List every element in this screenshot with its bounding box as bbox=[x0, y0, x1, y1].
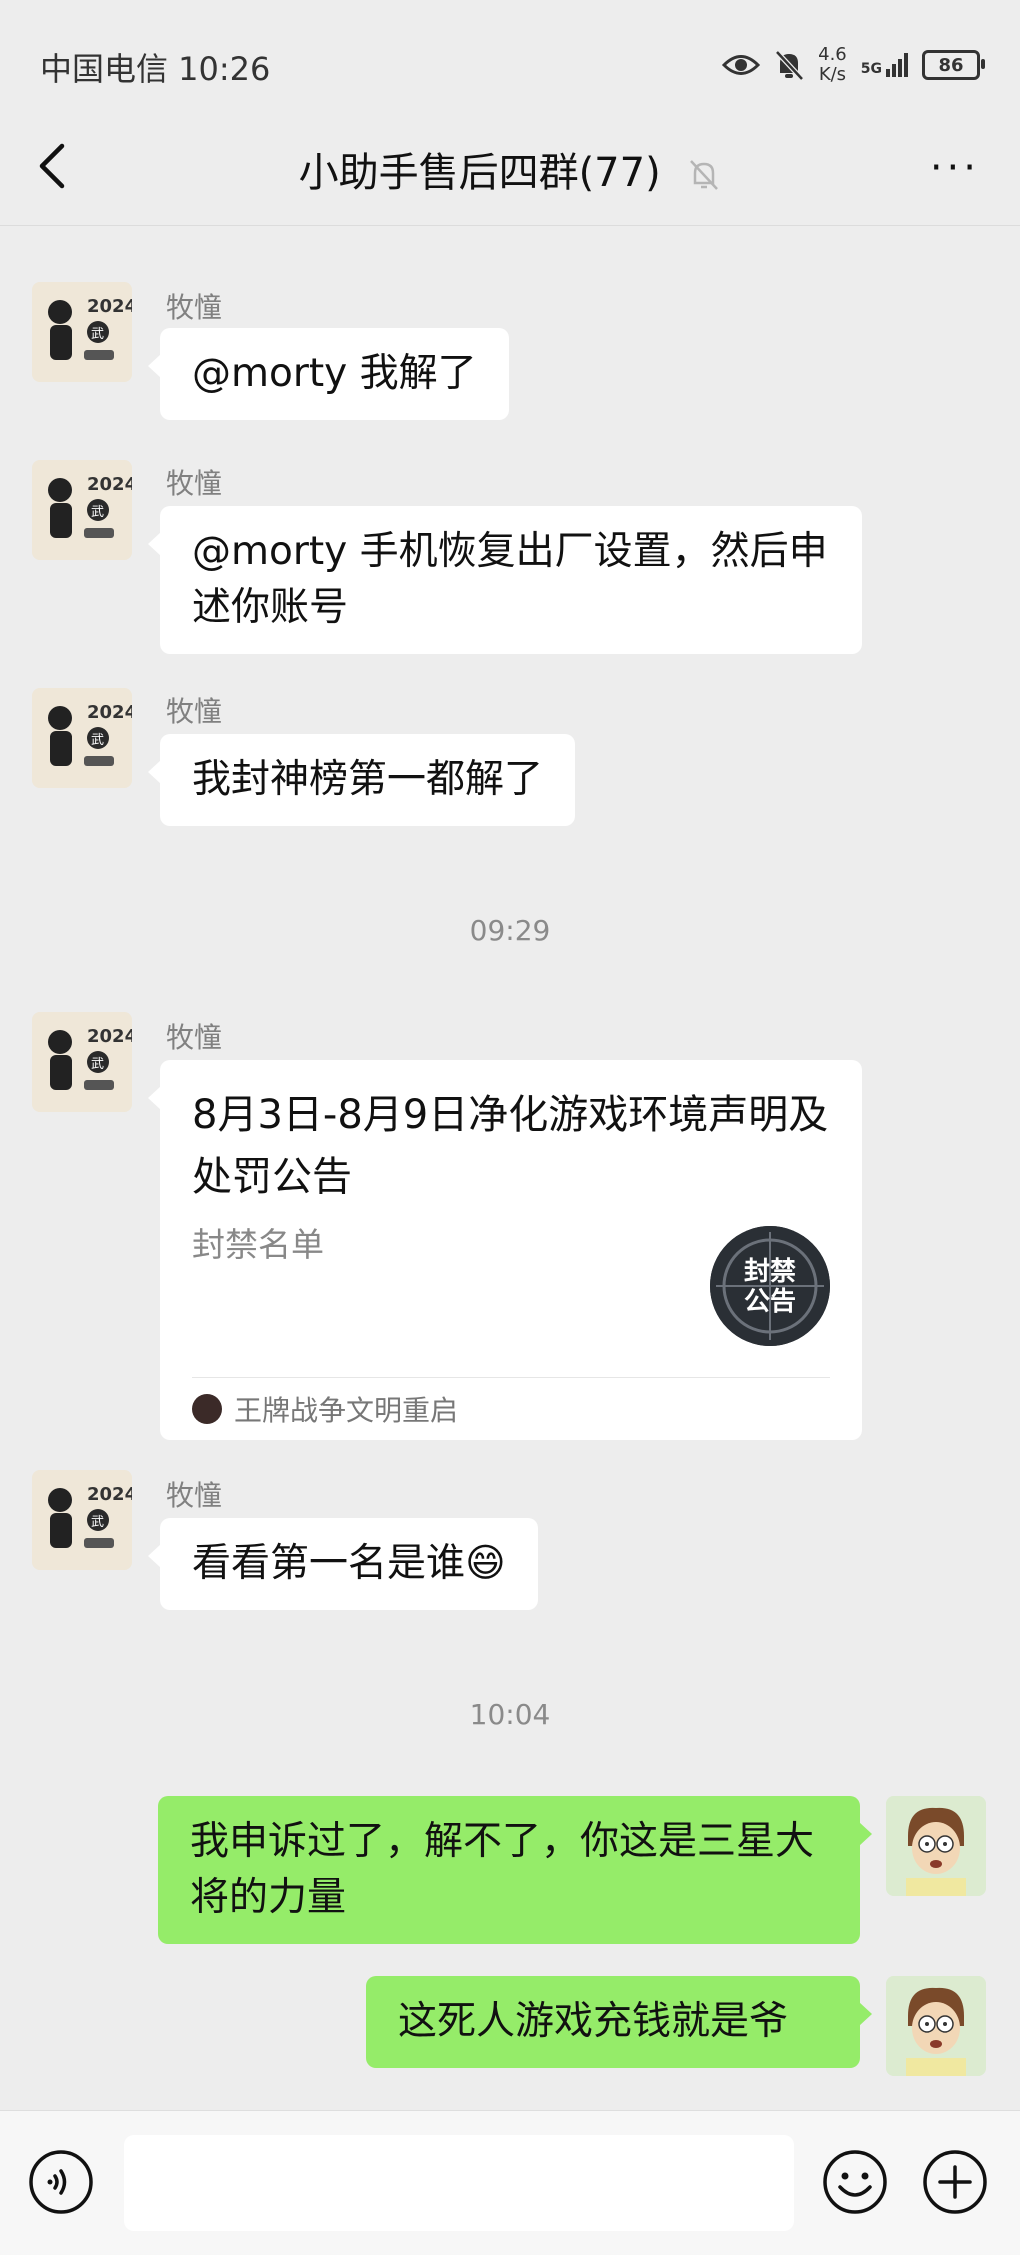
message-text: @morty 手机恢复出厂设置，然后申述你账号 bbox=[192, 529, 828, 630]
sender-name: 牧憧 bbox=[166, 695, 223, 728]
emoji-icon[interactable] bbox=[822, 2149, 888, 2215]
avatar[interactable]: 2024 武 bbox=[32, 1012, 132, 1112]
card-source-name: 王牌战争文明重启 bbox=[234, 1394, 459, 1427]
avatar[interactable]: 2024 武 bbox=[32, 1470, 132, 1570]
message-text: 我申诉过了，解不了，你这是三星大将的力量 bbox=[190, 1819, 815, 1920]
net-speed-unit: K/s bbox=[818, 64, 847, 85]
message-bubble[interactable]: 我封神榜第一都解了 bbox=[147, 734, 576, 826]
input-bar bbox=[0, 2110, 1020, 2255]
message-text: @morty 我解了 bbox=[192, 351, 477, 396]
more-options-button[interactable]: ··· bbox=[930, 145, 980, 191]
message-input[interactable] bbox=[124, 2135, 794, 2231]
avatar-badge: 武 bbox=[91, 505, 104, 520]
signal-icon: 5G bbox=[861, 53, 908, 77]
sender-name: 牧憧 bbox=[166, 1021, 223, 1054]
signal-label: 5G bbox=[860, 61, 882, 77]
voice-icon[interactable] bbox=[28, 2149, 94, 2215]
avatar-text: 2024 bbox=[87, 1484, 132, 1505]
chat-title-text: 小助手售后四群(77) bbox=[298, 150, 661, 196]
link-card[interactable]: 8月3日-8月9日净化游戏环境声明及处罚公告 封禁名单 封禁 公告 王牌战争文明重… bbox=[148, 1060, 862, 1440]
net-speed: 4.6 K/s bbox=[818, 45, 847, 85]
message-bubble[interactable]: @morty 我解了 bbox=[148, 328, 509, 420]
bell-off-icon bbox=[690, 160, 719, 190]
avatar-badge: 武 bbox=[91, 327, 104, 342]
sender-name: 牧憧 bbox=[166, 291, 223, 324]
avatar-text: 2024 bbox=[87, 296, 132, 317]
sender-name: 牧憧 bbox=[166, 1479, 223, 1512]
avatar-self[interactable] bbox=[886, 1796, 986, 1896]
card-thumbnail: 封禁 公告 bbox=[710, 1226, 830, 1346]
net-speed-value: 4.6 bbox=[818, 44, 847, 65]
sender-name: 牧憧 bbox=[166, 467, 223, 500]
chat-header: 小助手售后四群(77) ··· bbox=[0, 110, 1020, 226]
avatar-text: 2024 bbox=[87, 474, 132, 495]
eye-icon bbox=[722, 55, 761, 75]
avatar-badge: 武 bbox=[91, 733, 104, 748]
card-thumbnail-text: 封禁 bbox=[744, 1257, 796, 1287]
card-source: 王牌战争文明重启 bbox=[192, 1377, 830, 1440]
message-text: 我封神榜第一都解了 bbox=[192, 757, 544, 802]
source-icon bbox=[192, 1394, 222, 1424]
timestamp: 09:29 bbox=[469, 914, 551, 947]
message-text: 看看第一名是谁😄 bbox=[192, 1541, 506, 1586]
bell-off-icon bbox=[775, 50, 804, 81]
avatar[interactable]: 2024 武 bbox=[32, 282, 132, 382]
message-bubble[interactable]: @morty 手机恢复出厂设置，然后申述你账号 bbox=[148, 506, 862, 654]
card-title: 8月3日-8月9日净化游戏环境声明及处罚公告 bbox=[192, 1092, 829, 1200]
timestamp: 10:04 bbox=[469, 1698, 551, 1731]
avatar[interactable]: 2024 武 bbox=[32, 460, 132, 560]
chat-title: 小助手售后四群(77) bbox=[0, 140, 1020, 198]
message-bubble-self[interactable]: 这死人游戏充钱就是爷 bbox=[366, 1976, 872, 2068]
message-bubble[interactable]: 看看第一名是谁😄 bbox=[148, 1518, 538, 1610]
avatar-text: 2024 bbox=[87, 1026, 132, 1047]
avatar-self[interactable] bbox=[886, 1976, 986, 2076]
avatar[interactable]: 2024 武 bbox=[32, 688, 132, 788]
status-icons: 4.6 K/s 5G 86 bbox=[722, 40, 985, 90]
card-thumbnail-text-2: 公告 bbox=[744, 1287, 796, 1317]
message-bubble-self[interactable]: 我申诉过了，解不了，你这是三星大将的力量 bbox=[158, 1796, 872, 1944]
avatar-badge: 武 bbox=[91, 1515, 104, 1530]
avatar-text: 2024 bbox=[87, 702, 132, 723]
avatar-badge: 武 bbox=[91, 1057, 104, 1072]
battery-indicator: 86 bbox=[922, 50, 985, 80]
plus-icon[interactable] bbox=[922, 2149, 988, 2215]
message-text: 这死人游戏充钱就是爷 bbox=[398, 1999, 789, 2044]
carrier-time: 中国电信 10:26 bbox=[40, 50, 271, 88]
